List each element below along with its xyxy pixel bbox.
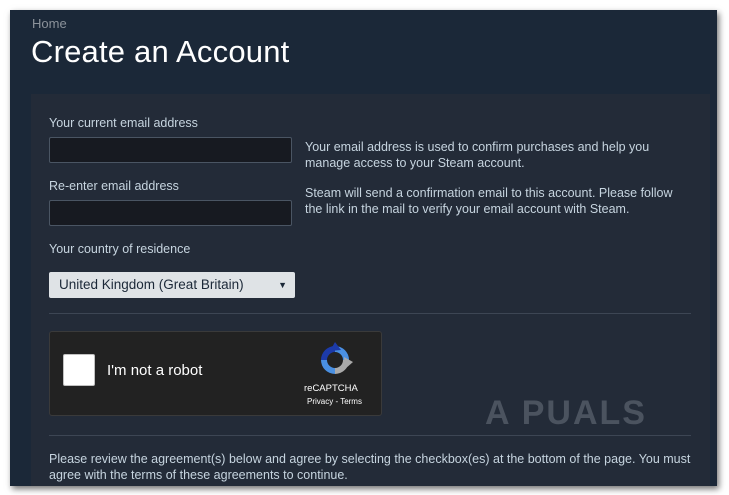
divider (49, 313, 691, 314)
divider (49, 435, 691, 436)
confirmation-help-text: Steam will send a confirmation email to … (305, 186, 673, 216)
country-selected-value: United Kingdom (Great Britain) (59, 277, 244, 292)
agreement-notice: Please review the agreement(s) below and… (49, 452, 691, 482)
recaptcha-label: I'm not a robot (107, 362, 203, 379)
country-label: Your country of residence (49, 242, 191, 256)
country-select[interactable]: United Kingdom (Great Britain) ▼ (49, 272, 295, 298)
breadcrumb-home[interactable]: Home (32, 16, 67, 31)
page-title: Create an Account (31, 34, 290, 69)
recaptcha-brand: reCAPTCHA (304, 383, 358, 394)
recaptcha-widget: I'm not a robot reCAPTCHA Privacy - Term… (49, 331, 382, 416)
reenter-email-label: Re-enter email address (49, 179, 179, 193)
email-label: Your current email address (49, 116, 198, 130)
recaptcha-checkbox[interactable] (63, 354, 95, 386)
email-help-text: Your email address is used to confirm pu… (305, 140, 650, 170)
recaptcha-logo-icon (321, 342, 353, 374)
appuals-watermark: A PUALS (485, 394, 647, 432)
dropdown-caret-icon: ▼ (278, 280, 287, 290)
reenter-email-field[interactable] (49, 200, 292, 226)
email-field[interactable] (49, 137, 292, 163)
steam-window: Home Create an Account Your current emai… (10, 10, 717, 486)
recaptcha-privacy-terms[interactable]: Privacy - Terms (307, 397, 362, 406)
